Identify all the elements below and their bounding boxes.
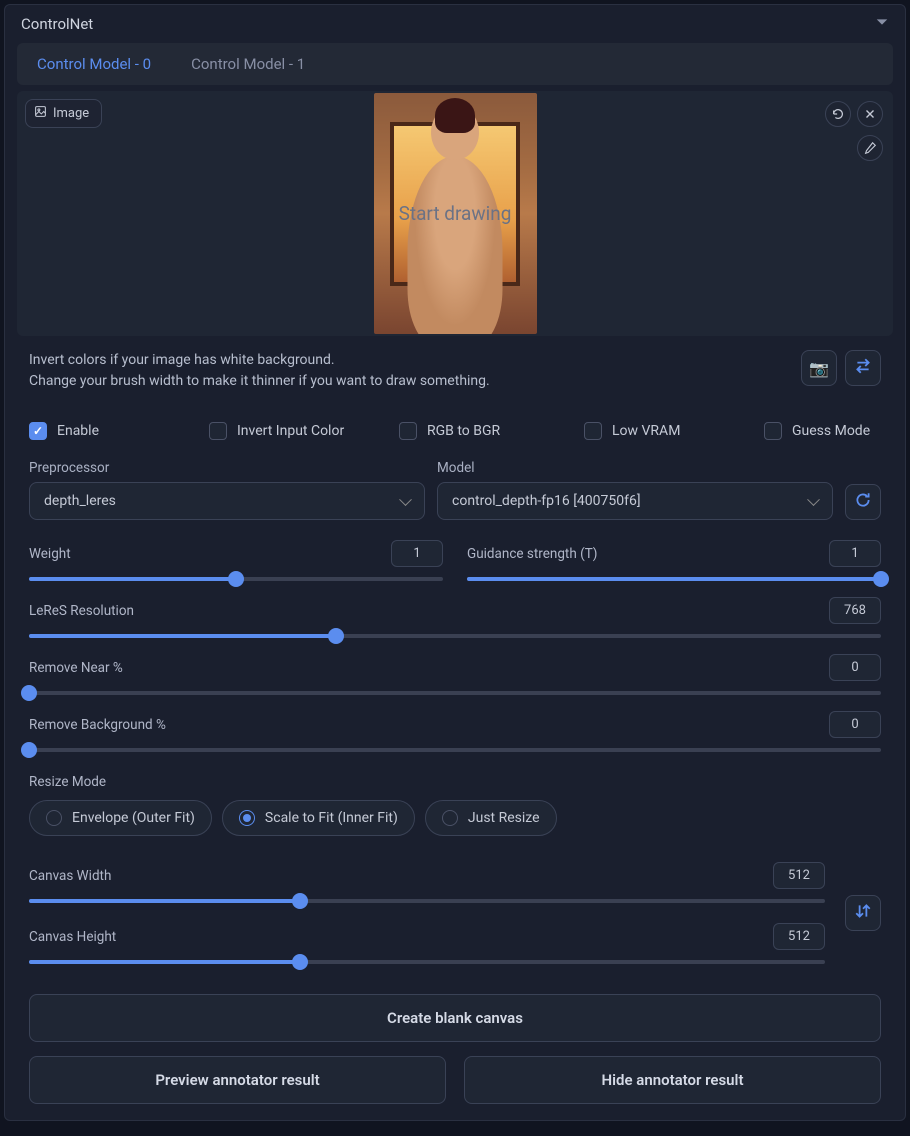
leres-slider[interactable]: LeReS Resolution 768 [29,589,881,646]
undo-button[interactable] [825,101,851,127]
preview-annotator-button[interactable]: Preview annotator result [29,1056,446,1104]
image-badge: Image [25,99,102,128]
camera-icon: 📷 [809,359,829,378]
resize-envelope[interactable]: Envelope (Outer Fit) [29,800,212,836]
image-icon [34,105,47,122]
model-label: Model [437,460,833,476]
guidance-slider[interactable]: Guidance strength (T) 1 [467,532,881,589]
tabs: Control Model - 0 Control Model - 1 [17,43,893,85]
remove-near-slider[interactable]: Remove Near % 0 [29,646,881,703]
swap-icon [854,357,872,379]
preprocessor-label: Preprocessor [29,460,425,476]
brush-button[interactable] [857,135,883,161]
remove-bg-value[interactable]: 0 [829,711,881,738]
collapse-icon [875,15,889,33]
panel-title: ControlNet [21,15,93,33]
guess-mode-checkbox[interactable]: Guess Mode [764,422,881,440]
preprocessor-select[interactable]: depth_leres [29,482,425,520]
remove-near-value[interactable]: 0 [829,654,881,681]
tab-control-model-0[interactable]: Control Model - 0 [17,43,171,85]
checkbox-icon [764,422,782,440]
enable-checkbox[interactable]: Enable [29,422,199,440]
canvas-width-value[interactable]: 512 [773,862,825,889]
refresh-model-button[interactable] [845,484,881,520]
refresh-icon [854,491,872,513]
canvas-height-value[interactable]: 512 [773,923,825,950]
panel-header[interactable]: ControlNet [5,5,905,43]
checkbox-icon [584,422,602,440]
weight-slider[interactable]: Weight 1 [29,532,443,589]
image-canvas[interactable]: Start drawing [17,91,893,336]
weight-value[interactable]: 1 [391,540,443,567]
radio-icon [239,810,255,826]
hint-text: Invert colors if your image has white ba… [29,350,490,392]
guidance-value[interactable]: 1 [829,540,881,567]
remove-bg-slider[interactable]: Remove Background % 0 [29,703,881,760]
checkbox-icon [209,422,227,440]
invert-checkbox[interactable]: Invert Input Color [209,422,389,440]
uploaded-image [374,93,537,334]
image-badge-label: Image [53,106,89,121]
checkbox-icon [29,422,47,440]
camera-button[interactable]: 📷 [801,350,837,386]
hide-annotator-button[interactable]: Hide annotator result [464,1056,881,1104]
controlnet-panel: ControlNet Control Model - 0 Control Mod… [4,4,906,1121]
create-blank-canvas-button[interactable]: Create blank canvas [29,994,881,1042]
model-select[interactable]: control_depth-fp16 [400750f6] [437,482,833,520]
close-button[interactable] [857,101,883,127]
swap-dimensions-button[interactable] [845,895,881,931]
resize-just-resize[interactable]: Just Resize [425,800,557,836]
resize-mode-label: Resize Mode [29,774,881,790]
canvas-width-slider[interactable]: Canvas Width 512 [29,854,825,911]
radio-icon [46,810,62,826]
radio-icon [442,810,458,826]
image-section: Image Start drawing [17,91,893,336]
resize-scale-to-fit[interactable]: Scale to Fit (Inner Fit) [222,800,415,836]
checkbox-icon [399,422,417,440]
swap-button[interactable] [845,350,881,386]
canvas-height-slider[interactable]: Canvas Height 512 [29,915,825,972]
swap-vertical-icon [854,902,872,924]
rgb-to-bgr-checkbox[interactable]: RGB to BGR [399,422,574,440]
low-vram-checkbox[interactable]: Low VRAM [584,422,754,440]
leres-value[interactable]: 768 [829,597,881,624]
tab-control-model-1[interactable]: Control Model - 1 [171,43,325,85]
